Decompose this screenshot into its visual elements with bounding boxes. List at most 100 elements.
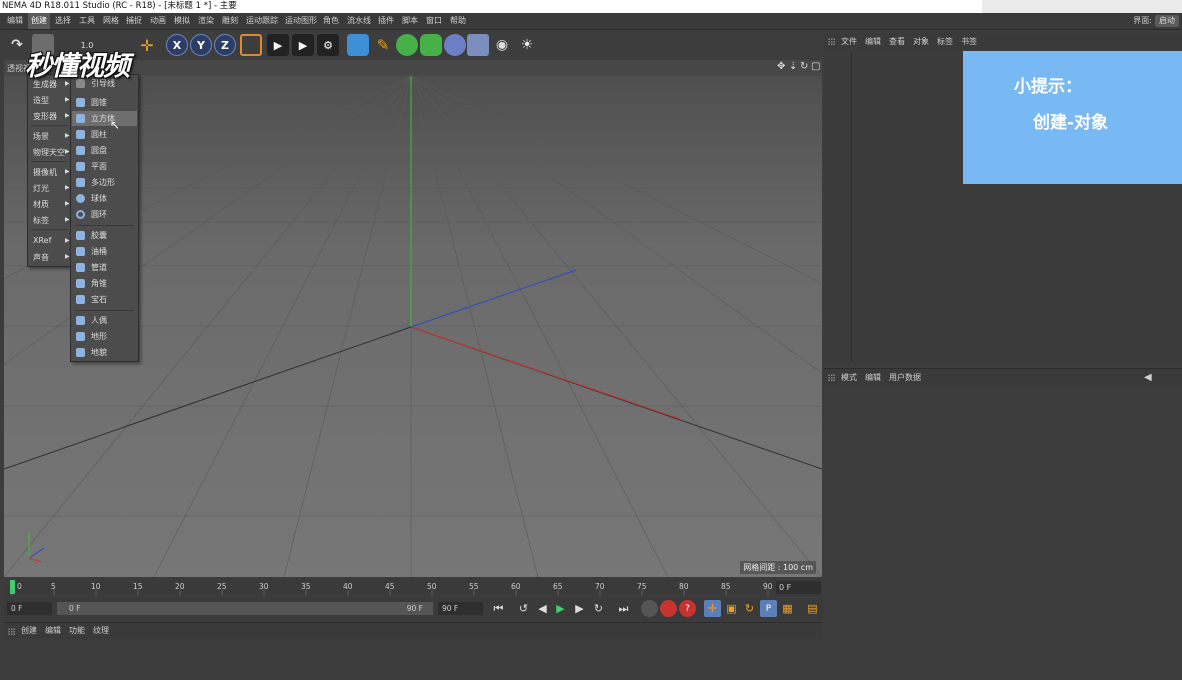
attribute-manager-area[interactable]	[824, 386, 1182, 680]
object-menu-object[interactable]: 对象	[913, 33, 929, 50]
object-menu-view[interactable]: 查看	[889, 33, 905, 50]
attribute-menu-user-data[interactable]: 用户数据	[889, 369, 921, 386]
material-menu-create[interactable]: 创建	[21, 623, 37, 639]
frame-range-slider[interactable]: 0 F 90 F	[57, 602, 433, 615]
next-frame-icon[interactable]: ▶	[571, 600, 588, 617]
key-pla-icon[interactable]: ▦	[779, 600, 796, 617]
object-menu-tag[interactable]: 标签	[937, 33, 953, 50]
menu-create[interactable]: 创建	[28, 13, 50, 29]
camera-icon[interactable]: ◉	[491, 34, 513, 56]
menu-character[interactable]: 角色	[323, 13, 339, 29]
submenu-item-capsule[interactable]: 胶囊	[72, 228, 137, 243]
light-icon[interactable]: ☀	[516, 34, 538, 56]
menu-edit[interactable]: 编辑	[7, 13, 23, 29]
render-view-icon[interactable]: ▶	[267, 34, 289, 56]
coordinate-system-icon[interactable]	[240, 34, 262, 56]
viewport-rotate-icon[interactable]: ↻	[800, 61, 808, 72]
menu-tools[interactable]: 工具	[79, 13, 95, 29]
submenu-item-relief[interactable]: 地貌	[72, 345, 137, 360]
menu-window[interactable]: 窗口	[426, 13, 442, 29]
key-parameter-icon[interactable]: P	[760, 600, 777, 617]
menu-render[interactable]: 渲染	[198, 13, 214, 29]
object-menu-bookmark[interactable]: 书签	[961, 33, 977, 50]
floor-icon[interactable]	[467, 34, 489, 56]
submenu-item-disc[interactable]: 圆盘	[72, 143, 137, 158]
menu-sculpt[interactable]: 雕刻	[222, 13, 238, 29]
go-to-end-icon[interactable]: ⏭	[615, 600, 632, 617]
create-menu-light[interactable]: 灯光	[33, 183, 49, 194]
create-menu-modeling[interactable]: 造型	[33, 95, 49, 106]
material-menu-texture[interactable]: 纹理	[93, 623, 109, 639]
viewport-maximize-icon[interactable]: ▢	[811, 61, 820, 72]
menu-motion-tracking[interactable]: 运动跟踪	[246, 13, 278, 29]
viewport-zoom-icon[interactable]: ⇣	[789, 61, 797, 72]
submenu-item-sphere[interactable]: 球体	[72, 191, 137, 206]
timeline-ruler[interactable]: 0 5 10 15 20 25 30 35 40 45 50 55 60 65 …	[4, 578, 822, 596]
create-menu-deformers[interactable]: 变形器	[33, 111, 57, 122]
submenu-item-torus[interactable]: 圆环	[72, 207, 137, 222]
submenu-item-pyramid[interactable]: 角锥	[72, 276, 137, 291]
end-frame-field[interactable]: 90 F	[438, 602, 483, 615]
material-menu-edit[interactable]: 编辑	[45, 623, 61, 639]
submenu-item-landscape[interactable]: 地形	[72, 329, 137, 344]
go-to-start-icon[interactable]: ⏮	[490, 600, 507, 617]
menu-animate[interactable]: 动画	[150, 13, 166, 29]
attribute-menu-edit[interactable]: 编辑	[865, 369, 881, 386]
submenu-item-platonic[interactable]: 宝石	[72, 292, 137, 307]
subdivision-surface-icon[interactable]	[396, 34, 418, 56]
submenu-item-oil-tank[interactable]: 油桶	[72, 244, 137, 259]
deformer-icon[interactable]	[444, 34, 466, 56]
menu-snap[interactable]: 捕捉	[126, 13, 142, 29]
timeline-scheme-icon[interactable]: ▤	[804, 600, 821, 617]
move-icon[interactable]: ✛	[136, 34, 158, 56]
create-menu-tag[interactable]: 标签	[33, 215, 49, 226]
submenu-item-tube[interactable]: 管道	[72, 260, 137, 275]
create-menu-sound[interactable]: 声音	[33, 252, 49, 263]
attribute-menu-mode[interactable]: 模式	[841, 369, 857, 386]
menu-select[interactable]: 选择	[55, 13, 71, 29]
back-arrow-icon[interactable]: ◀	[1144, 369, 1152, 386]
submenu-item-polygon[interactable]: 多边形	[72, 175, 137, 190]
play-icon[interactable]: ▶	[552, 600, 569, 617]
menu-mesh[interactable]: 网格	[103, 13, 119, 29]
autokey-icon[interactable]	[660, 600, 677, 617]
cloner-icon[interactable]	[420, 34, 442, 56]
object-menu-file[interactable]: 文件	[841, 33, 857, 50]
viewport-move-icon[interactable]: ✥	[777, 61, 785, 72]
previous-key-icon[interactable]: ↺	[515, 600, 532, 617]
submenu-item-cylinder[interactable]: 圆柱	[72, 127, 137, 142]
key-position-icon[interactable]: ✛	[704, 600, 721, 617]
key-scale-icon[interactable]: ▣	[723, 600, 740, 617]
key-rotation-icon[interactable]: ↻	[741, 600, 758, 617]
current-frame-field[interactable]: 0 F	[776, 581, 821, 594]
next-key-icon[interactable]: ↻	[590, 600, 607, 617]
create-menu-camera[interactable]: 摄像机	[33, 167, 57, 178]
menu-simulate[interactable]: 模拟	[174, 13, 190, 29]
material-manager-area[interactable]	[4, 639, 822, 680]
pen-spline-icon[interactable]: ✎	[372, 34, 394, 56]
start-frame-field[interactable]: 0 F	[7, 602, 52, 615]
submenu-item-plane[interactable]: 平面	[72, 159, 137, 174]
layout-dropdown[interactable]: 启动	[1155, 15, 1179, 27]
z-axis-lock-icon[interactable]: Z	[214, 34, 236, 56]
x-axis-lock-icon[interactable]: X	[166, 34, 188, 56]
menu-plugins[interactable]: 插件	[378, 13, 394, 29]
cube-object-icon[interactable]	[347, 34, 369, 56]
previous-frame-icon[interactable]: ◀	[534, 600, 551, 617]
menu-mograph[interactable]: 运动图形	[285, 13, 317, 29]
render-settings-icon[interactable]: ⚙	[317, 34, 339, 56]
create-menu-physical-sky[interactable]: 物理天空	[33, 147, 65, 158]
y-axis-lock-icon[interactable]: Y	[190, 34, 212, 56]
keyframe-selection-icon[interactable]: ?	[679, 600, 696, 617]
material-menu-function[interactable]: 功能	[69, 623, 85, 639]
submenu-item-cone[interactable]: 圆锥	[72, 95, 137, 110]
record-active-icon[interactable]	[641, 600, 658, 617]
create-menu-scene[interactable]: 场景	[33, 131, 49, 142]
create-menu-xref[interactable]: XRef	[33, 236, 51, 245]
menu-help[interactable]: 帮助	[450, 13, 466, 29]
object-menu-edit[interactable]: 编辑	[865, 33, 881, 50]
submenu-item-figure[interactable]: 人偶	[72, 313, 137, 328]
submenu-item-cube[interactable]: 立方体	[72, 111, 137, 126]
render-picture-viewer-icon[interactable]: ▶	[292, 34, 314, 56]
create-menu-material[interactable]: 材质	[33, 199, 49, 210]
